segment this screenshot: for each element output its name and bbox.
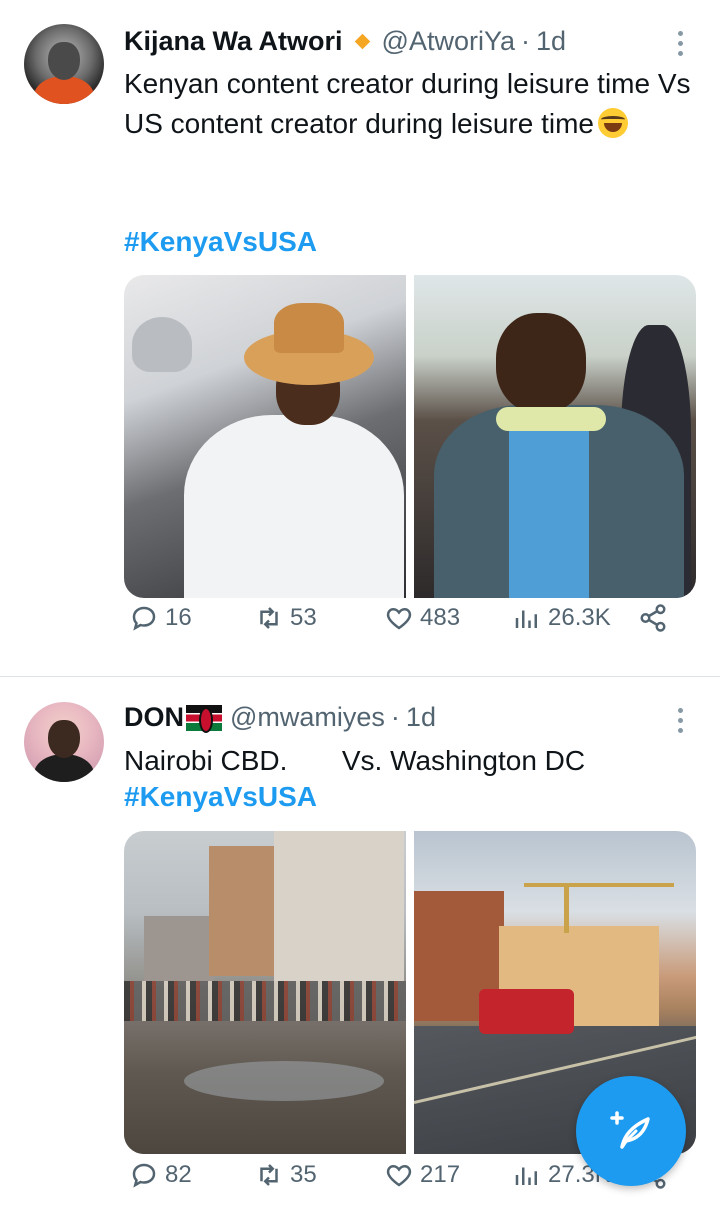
like-button[interactable]: 483 [384,603,460,633]
kenya-flag-icon [186,704,222,733]
views-chart-icon [515,610,537,628]
reply-button[interactable]: 16 [129,603,192,633]
hashtag-link[interactable]: #KenyaVsUSA [124,781,317,813]
author-name[interactable]: Kijana Wa Atwori [124,26,343,57]
nairobi-street-photo[interactable] [124,831,406,1154]
views-count: 26.3K [548,604,611,631]
heart-icon [386,607,412,630]
timestamp[interactable]: 1d [536,26,566,57]
author-name[interactable]: DON [124,702,184,733]
media-grid [124,275,696,598]
author-handle[interactable]: @mwamiyes [230,702,385,733]
separator-dot: · [390,702,400,732]
timestamp[interactable]: 1d [406,702,436,733]
compose-post-button[interactable] [576,1076,686,1186]
tweet-header: DON @mwamiyes · 1d [124,702,436,733]
more-options-icon[interactable] [668,26,692,60]
tweet-header: Kijana Wa Atwori @AtworiYa · 1d [124,26,566,57]
separator-dot: · [520,26,530,56]
author-handle[interactable]: @AtworiYa [382,26,515,57]
avatar[interactable] [24,702,104,782]
verified-badge-icon [354,33,370,50]
tweet-text: Nairobi CBD. Vs. Washington DC [124,745,586,776]
compose-post-icon [610,1111,650,1149]
repost-icon [260,607,278,629]
repost-count: 53 [290,604,317,631]
reply-count: 16 [165,604,192,631]
views-button[interactable]: 26.3K [512,603,611,633]
repost-button[interactable]: 35 [254,1160,317,1190]
heart-icon [386,1164,412,1187]
man-eating-corn-photo[interactable] [414,275,696,598]
tweet[interactable]: Kijana Wa Atwori @AtworiYa · 1d Kenyan c… [0,0,720,676]
man-in-car-with-hat-photo[interactable] [124,275,406,598]
like-count: 217 [420,1161,461,1188]
reply-count: 82 [165,1161,192,1188]
share-button[interactable] [638,603,668,633]
reply-icon [132,1163,156,1188]
repost-button[interactable]: 53 [254,603,317,633]
avatar[interactable] [24,24,104,104]
repost-count: 35 [290,1161,317,1188]
views-chart-icon [515,1167,537,1185]
like-count: 483 [420,604,461,631]
tweet-text: Kenyan content creator during leisure ti… [124,68,691,139]
reply-button[interactable]: 82 [129,1160,192,1190]
share-icon [640,604,666,632]
more-options-icon[interactable] [668,703,692,737]
repost-icon [260,1164,278,1186]
like-button[interactable]: 217 [384,1160,460,1190]
hashtag-link[interactable]: #KenyaVsUSA [124,226,317,258]
reply-icon [132,606,156,631]
tears-of-joy-emoji-icon [598,108,628,138]
